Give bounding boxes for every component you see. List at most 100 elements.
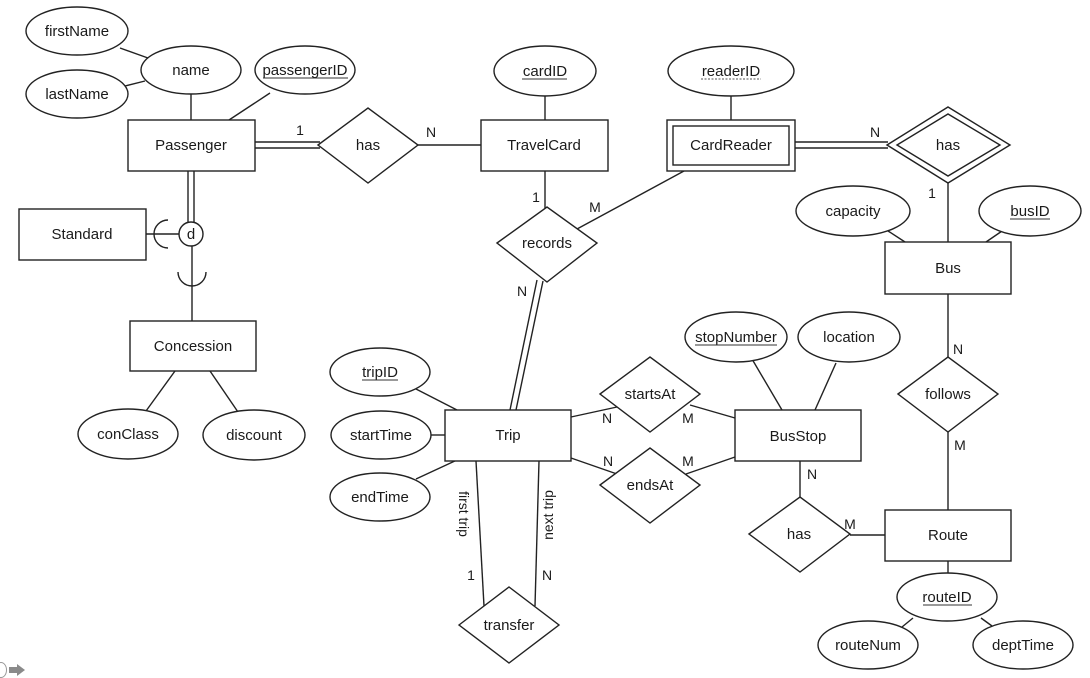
svg-text:follows: follows xyxy=(925,386,971,403)
attribute-discount[interactable]: discount xyxy=(202,409,306,461)
card-bus-follows-n: N xyxy=(953,341,963,357)
attribute-depttime[interactable]: deptTime xyxy=(972,620,1074,670)
line-tripid-trip xyxy=(415,388,458,411)
line-routeid-depttime xyxy=(980,617,993,627)
attribute-stopnumber-key[interactable]: stopNumber xyxy=(684,311,788,363)
line-startsat-busstop xyxy=(689,404,736,419)
attribute-lastname[interactable]: lastName xyxy=(25,69,129,119)
relationship-busstop-has-route[interactable]: has xyxy=(747,496,852,573)
card-cardreader-has-n: N xyxy=(870,124,880,140)
attribute-firstname[interactable]: firstName xyxy=(25,6,129,56)
svg-text:lastName: lastName xyxy=(45,86,108,103)
attribute-starttime[interactable]: startTime xyxy=(330,410,432,460)
card-transfer-next-n: N xyxy=(542,567,552,583)
line-lastname-name xyxy=(124,80,146,87)
entity-trip[interactable]: Trip xyxy=(444,409,572,462)
entity-passenger[interactable]: Passenger xyxy=(127,119,256,172)
svg-text:Standard: Standard xyxy=(52,226,113,243)
attribute-conclass[interactable]: conClass xyxy=(77,408,179,460)
line-endtime-trip xyxy=(415,459,458,480)
line-passengerid-passenger xyxy=(228,92,271,121)
card-trip-endsat-n: N xyxy=(603,453,613,469)
entity-route[interactable]: Route xyxy=(884,509,1012,562)
entity-concession[interactable]: Concession xyxy=(129,320,257,372)
line-stopnumber-busstop xyxy=(751,358,783,411)
entity-standard[interactable]: Standard xyxy=(18,208,147,261)
svg-text:endsAt: endsAt xyxy=(627,477,675,494)
svg-text:Passenger: Passenger xyxy=(155,137,227,154)
svg-text:startTime: startTime xyxy=(350,427,412,444)
partial-circle-icon[interactable] xyxy=(0,662,7,678)
line-concession-conclass xyxy=(145,370,176,412)
svg-text:Bus: Bus xyxy=(935,260,961,277)
svg-text:records: records xyxy=(522,235,572,252)
svg-text:tripID: tripID xyxy=(362,364,398,381)
corner-toolbar xyxy=(0,662,25,678)
svg-text:location: location xyxy=(823,329,875,346)
attribute-passengerid-key[interactable]: passengerID xyxy=(254,45,356,95)
line-trip-transfer-first xyxy=(475,460,485,607)
card-travelcard-records-1: 1 xyxy=(532,189,540,205)
svg-text:Route: Route xyxy=(928,527,968,544)
svg-text:cardID: cardID xyxy=(523,63,567,80)
line-records-trip-double-b xyxy=(515,280,544,411)
svg-text:Concession: Concession xyxy=(154,338,232,355)
line-records-trip-double-a xyxy=(509,279,538,411)
svg-text:deptTime: deptTime xyxy=(992,637,1054,654)
svg-text:Trip: Trip xyxy=(495,427,520,444)
entity-cardreader-weak[interactable]: CardReader xyxy=(666,119,796,172)
card-has-travelcard-n: N xyxy=(426,124,436,140)
svg-text:routeNum: routeNum xyxy=(835,637,901,654)
entity-bus[interactable]: Bus xyxy=(884,241,1012,295)
svg-text:passengerID: passengerID xyxy=(262,62,347,79)
line-trip-transfer-next xyxy=(534,460,540,607)
attribute-endtime[interactable]: endTime xyxy=(329,472,431,522)
line-location-busstop xyxy=(814,362,837,411)
card-trip-startsat-n: N xyxy=(602,410,612,426)
card-has-bus-1: 1 xyxy=(928,185,936,201)
attribute-routeid-key[interactable]: routeID xyxy=(896,572,998,622)
svg-text:readerID: readerID xyxy=(702,63,761,80)
attribute-cardid-key[interactable]: cardID xyxy=(493,45,597,97)
card-route-has-m: M xyxy=(844,516,856,532)
role-label-next-trip: next trip xyxy=(540,490,556,540)
svg-text:has: has xyxy=(936,137,960,154)
card-trip-records-n: N xyxy=(517,283,527,299)
svg-text:transfer: transfer xyxy=(484,617,535,634)
card-transfer-first-1: 1 xyxy=(467,567,475,583)
card-passenger-has-1: 1 xyxy=(296,122,304,138)
svg-text:stopNumber: stopNumber xyxy=(695,329,777,346)
attribute-busid-key[interactable]: busID xyxy=(978,185,1082,237)
arrow-right-icon[interactable] xyxy=(9,664,25,676)
svg-text:routeID: routeID xyxy=(922,589,971,606)
relationship-passenger-has-travelcard[interactable]: has xyxy=(316,107,420,184)
role-label-first-trip: first trip xyxy=(456,491,472,537)
svg-text:capacity: capacity xyxy=(825,203,881,220)
relationship-transfer[interactable]: transfer xyxy=(457,586,561,664)
card-busstop-endsat-m: M xyxy=(682,453,694,469)
svg-text:firstName: firstName xyxy=(45,23,109,40)
attribute-routenum[interactable]: routeNum xyxy=(817,620,919,670)
card-route-follows-m: M xyxy=(954,437,966,453)
svg-text:has: has xyxy=(356,137,380,154)
svg-text:BusStop: BusStop xyxy=(770,428,827,445)
attribute-tripid-key[interactable]: tripID xyxy=(329,347,431,397)
line-concession-discount xyxy=(209,370,239,413)
relationship-records[interactable]: records xyxy=(495,206,599,283)
svg-text:CardReader: CardReader xyxy=(690,137,772,154)
attribute-capacity[interactable]: capacity xyxy=(795,185,911,237)
attribute-readerid-partial-key[interactable]: readerID xyxy=(667,45,795,97)
relationship-bus-has-cardreader-identifying[interactable]: has xyxy=(885,106,1012,184)
entity-travelcard[interactable]: TravelCard xyxy=(480,119,609,172)
relationship-follows[interactable]: follows xyxy=(896,356,1000,433)
entity-busstop[interactable]: BusStop xyxy=(734,409,862,462)
card-busstop-has-n: N xyxy=(807,466,817,482)
attribute-name-composite[interactable]: name xyxy=(140,45,242,95)
svg-text:endTime: endTime xyxy=(351,489,409,506)
svg-text:TravelCard: TravelCard xyxy=(507,137,581,154)
specialization-disjoint-circle[interactable]: d xyxy=(178,221,204,247)
card-busstop-startsat-m: M xyxy=(682,410,694,426)
svg-text:d: d xyxy=(187,226,195,243)
attribute-location[interactable]: location xyxy=(797,311,901,363)
line-routeid-routenum xyxy=(901,617,914,628)
